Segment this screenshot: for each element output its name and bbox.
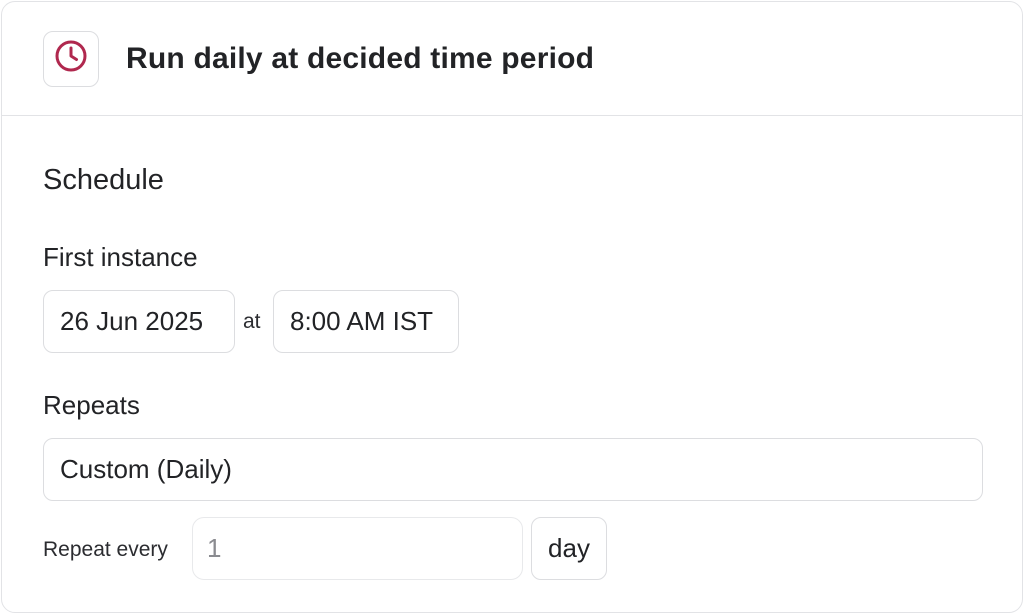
first-instance-label: First instance <box>43 242 198 272</box>
repeat-every-label: Repeat every <box>43 538 168 561</box>
card-header: Run daily at decided time period <box>2 2 1022 116</box>
repeats-value: Custom (Daily) <box>60 454 232 484</box>
clock-icon-box <box>43 30 99 87</box>
card-title: Run daily at decided time period <box>126 41 595 75</box>
repeat-interval-value: 1 <box>207 533 222 563</box>
at-label: at <box>243 310 261 333</box>
repeat-interval-input[interactable]: 1 <box>192 517 523 580</box>
schedule-heading: Schedule <box>43 164 164 196</box>
date-value: 26 Jun 2025 <box>60 306 204 336</box>
repeat-unit-select[interactable]: day <box>531 517 607 580</box>
time-value: 8:00 AM IST <box>290 306 434 336</box>
date-picker[interactable]: 26 Jun 2025 <box>43 290 235 353</box>
time-picker[interactable]: 8:00 AM IST <box>273 290 459 353</box>
repeats-label: Repeats <box>43 390 140 420</box>
clock-icon <box>54 39 88 78</box>
repeats-select[interactable]: Custom (Daily) <box>43 438 983 501</box>
schedule-card: Run daily at decided time period Schedul… <box>1 1 1023 613</box>
repeat-unit-value: day <box>548 533 590 563</box>
